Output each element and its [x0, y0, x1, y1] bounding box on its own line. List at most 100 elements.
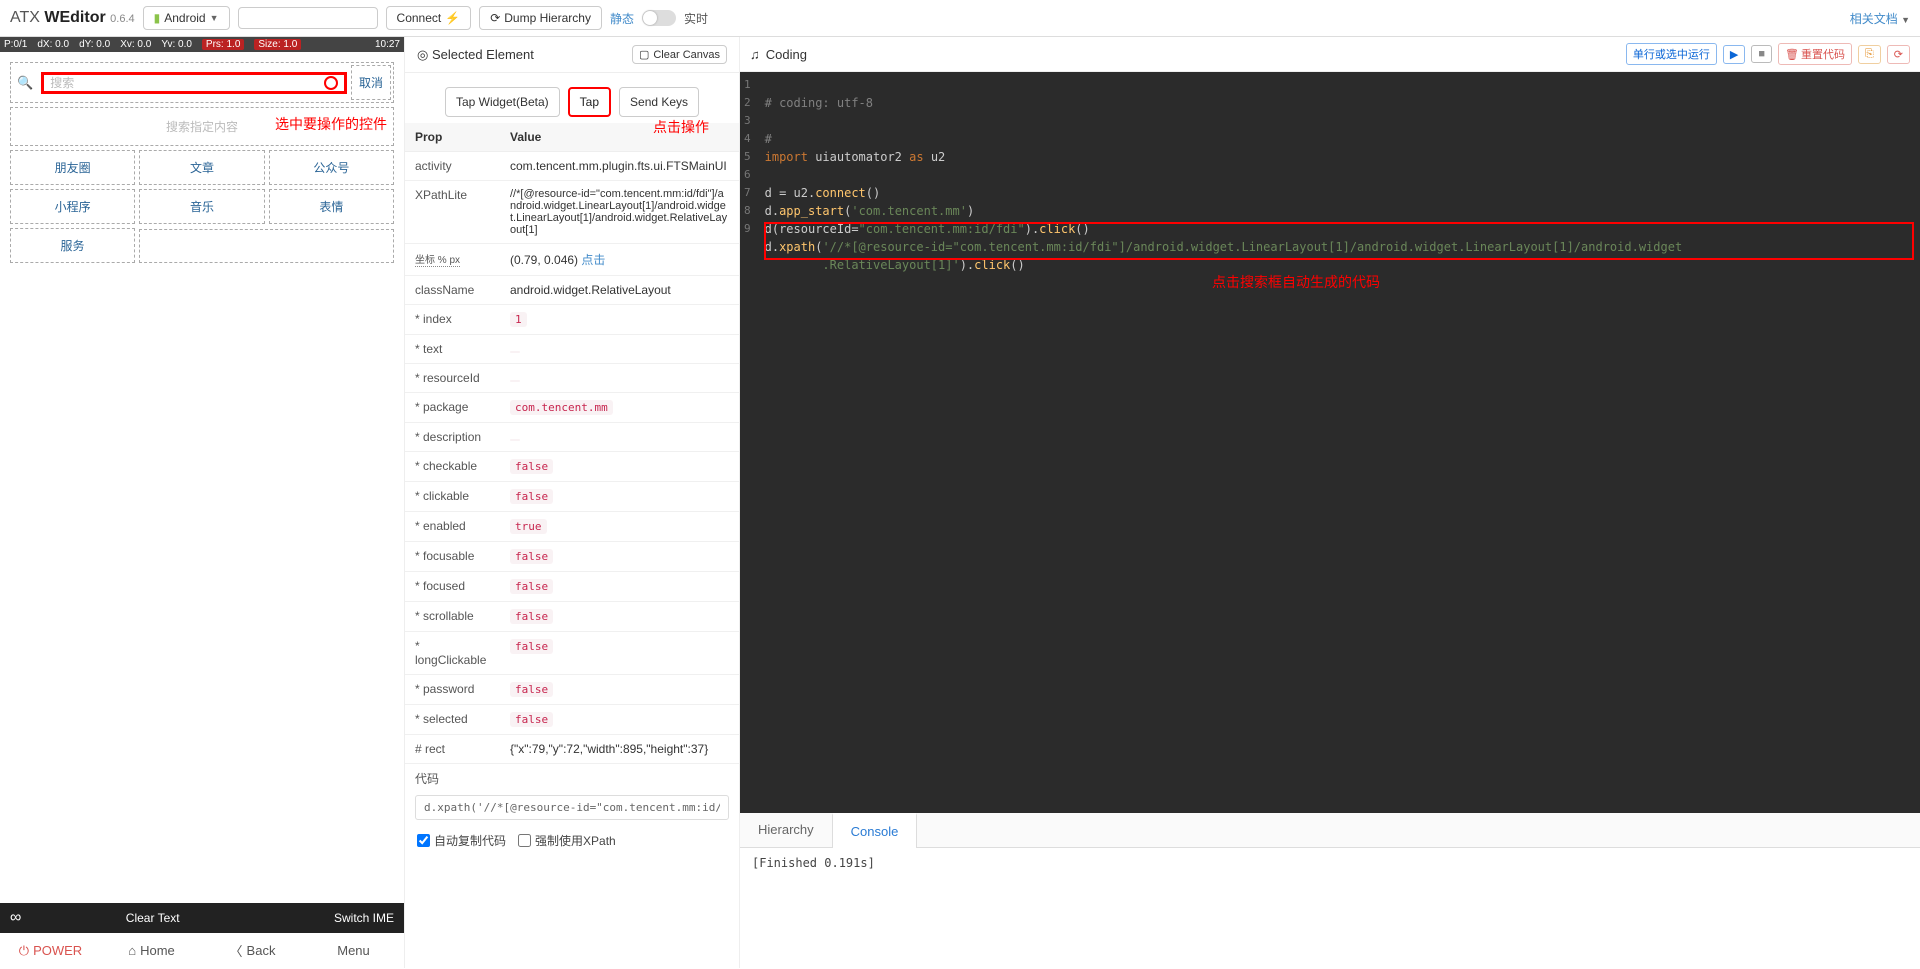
home-label: Home [140, 943, 175, 958]
target-icon: ◎ [417, 47, 428, 62]
stop-button[interactable]: ■ [1751, 45, 1772, 63]
generated-code-input[interactable] [415, 795, 729, 820]
properties-table: PropValue activitycom.tencent.mm.plugin.… [405, 123, 739, 764]
docs-label: 相关文档 [1850, 12, 1898, 26]
main: P:0/1 dX: 0.0 dY: 0.0 Xv: 0.0 Yv: 0.0 Pr… [0, 37, 1920, 968]
send-keys-button[interactable]: Send Keys [619, 87, 699, 117]
row-focused: * focusedfalse [405, 572, 739, 602]
switch-ime-button[interactable]: Switch IME [284, 911, 394, 925]
row-description: * description [405, 423, 739, 452]
dbg-xv: Xv: 0.0 [120, 39, 151, 50]
run-line-button[interactable]: 单行或选中运行 [1626, 43, 1717, 65]
cat-miniprogram[interactable]: 小程序 [10, 189, 135, 224]
coding-title: ♫ Coding [750, 47, 807, 62]
copy-button[interactable]: ⎘ [1858, 45, 1881, 64]
reload-icon: ⟳ [1894, 48, 1903, 61]
device-debug-bar: P:0/1 dX: 0.0 dY: 0.0 Xv: 0.0 Yv: 0.0 Pr… [0, 37, 404, 52]
back-label: Back [247, 943, 276, 958]
row-clickable: * clickablefalse [405, 482, 739, 512]
dbg-dy: dY: 0.0 [79, 39, 110, 50]
trash-icon: 🗑 [1785, 48, 1799, 61]
row-xpathlite: XPathLite//*[@resource-id="com.tencent.m… [405, 181, 739, 244]
connect-label: Connect [397, 11, 442, 25]
cat-service[interactable]: 服务 [10, 228, 135, 263]
clear-text-button[interactable]: Clear Text [31, 911, 274, 925]
auto-copy-label: 自动复制代码 [434, 832, 506, 849]
row-password: * passwordfalse [405, 675, 739, 705]
connect-button[interactable]: Connect ⚡ [386, 6, 472, 30]
th-prop: Prop [405, 123, 500, 152]
mode-static-label: 静态 [610, 10, 634, 27]
infinity-icon[interactable]: ∞ [10, 909, 21, 927]
brand-version: 0.6.4 [110, 13, 134, 25]
row-package: * packagecom.tencent.mm [405, 393, 739, 423]
dump-label: Dump Hierarchy [504, 11, 591, 25]
coding-column: ♫ Coding 单行或选中运行 ▶ ■ 🗑 重置代码 ⎘ ⟳ 12345678… [740, 37, 1920, 968]
voice-icon [324, 76, 338, 90]
run-play-button[interactable]: ▶ [1723, 45, 1745, 64]
reload-button[interactable]: ⟳ [1887, 45, 1910, 64]
row-scrollable: * scrollablefalse [405, 602, 739, 632]
annotation-select: 选中要操作的控件 [275, 114, 387, 134]
row-checkable: * checkablefalse [405, 452, 739, 482]
power-button[interactable]: ⏻ POWER [0, 943, 101, 959]
docs-link[interactable]: 相关文档 ▼ [1850, 10, 1910, 27]
cat-music[interactable]: 音乐 [139, 189, 264, 224]
code-lines: # coding: utf-8 # import uiautomator2 as… [759, 72, 1689, 813]
brand-prefix: ATX [10, 9, 44, 26]
tab-console[interactable]: Console [832, 813, 918, 848]
brand-name: WEditor [44, 9, 105, 26]
menu-button[interactable]: Menu [303, 943, 404, 958]
brand: ATX WEditor 0.6.4 [10, 9, 135, 27]
device-footer: ∞ Clear Text Switch IME ⏻ POWER ⌂Home 〈Ba… [0, 903, 404, 968]
device-address-input[interactable] [238, 7, 378, 29]
cat-official[interactable]: 公众号 [269, 150, 394, 185]
cat-article[interactable]: 文章 [139, 150, 264, 185]
chevron-down-icon: ▼ [210, 13, 219, 23]
platform-select[interactable]: ▮ Android ▼ [143, 6, 230, 30]
auto-copy-checkbox[interactable] [417, 834, 430, 847]
force-xpath-label: 强制使用XPath [535, 832, 616, 849]
plug-icon: ⚡ [445, 11, 460, 25]
cat-friends[interactable]: 朋友圈 [10, 150, 135, 185]
tab-hierarchy[interactable]: Hierarchy [740, 813, 832, 847]
code-label: 代码 [415, 770, 729, 787]
code-editor[interactable]: 123456789 # coding: utf-8 # import uiaut… [740, 72, 1920, 813]
gutter: 123456789 [740, 72, 759, 813]
power-icon: ⏻ [19, 943, 29, 959]
dbg-size: Size: 1.0 [254, 39, 301, 50]
clear-canvas-label: Clear Canvas [653, 49, 720, 61]
console-text: [Finished 0.191s] [752, 856, 875, 870]
platform-label: Android [164, 11, 205, 25]
square-icon: ▢ [639, 48, 649, 61]
dbg-p: P:0/1 [4, 39, 27, 50]
back-button[interactable]: 〈Back [202, 941, 303, 960]
music-icon: ♫ [750, 47, 760, 62]
coords-click-link[interactable]: 点击 [581, 253, 605, 267]
tap-button[interactable]: Tap [568, 87, 611, 117]
reset-label: 重置代码 [1801, 46, 1845, 62]
refresh-icon: ⟳ [490, 11, 500, 25]
row-resourceid: * resourceId [405, 364, 739, 393]
power-label: POWER [33, 943, 82, 958]
cancel-button[interactable]: 取消 [351, 65, 391, 100]
row-activity: activitycom.tencent.mm.plugin.fts.ui.FTS… [405, 152, 739, 181]
annotation-tap: 点击操作 [653, 117, 709, 137]
force-xpath-checkbox[interactable] [518, 834, 531, 847]
clear-canvas-button[interactable]: ▢ Clear Canvas [632, 45, 727, 64]
tap-widget-button[interactable]: Tap Widget(Beta) [445, 87, 560, 117]
dbg-clock: 10:27 [375, 39, 400, 50]
console-output: [Finished 0.191s] [740, 848, 1920, 968]
reset-code-button[interactable]: 🗑 重置代码 [1778, 43, 1852, 65]
bottom-tabs: Hierarchy Console [740, 813, 1920, 848]
device-screen[interactable]: 🔍 搜索 取消 搜索指定内容 选中要操作的控件 朋友圈 文章 公众号 小程序 音… [0, 52, 404, 573]
cat-sticker[interactable]: 表情 [269, 189, 394, 224]
dbg-prs: Prs: 1.0 [202, 39, 244, 50]
dump-hierarchy-button[interactable]: ⟳ Dump Hierarchy [479, 6, 602, 30]
search-field-highlight[interactable]: 搜索 [41, 72, 347, 94]
row-text: * text [405, 335, 739, 364]
annotation-generated: 点击搜索框自动生成的代码 [1212, 272, 1380, 292]
menu-label: Menu [337, 943, 370, 958]
home-button[interactable]: ⌂Home [101, 943, 202, 958]
mode-toggle[interactable] [642, 10, 676, 26]
